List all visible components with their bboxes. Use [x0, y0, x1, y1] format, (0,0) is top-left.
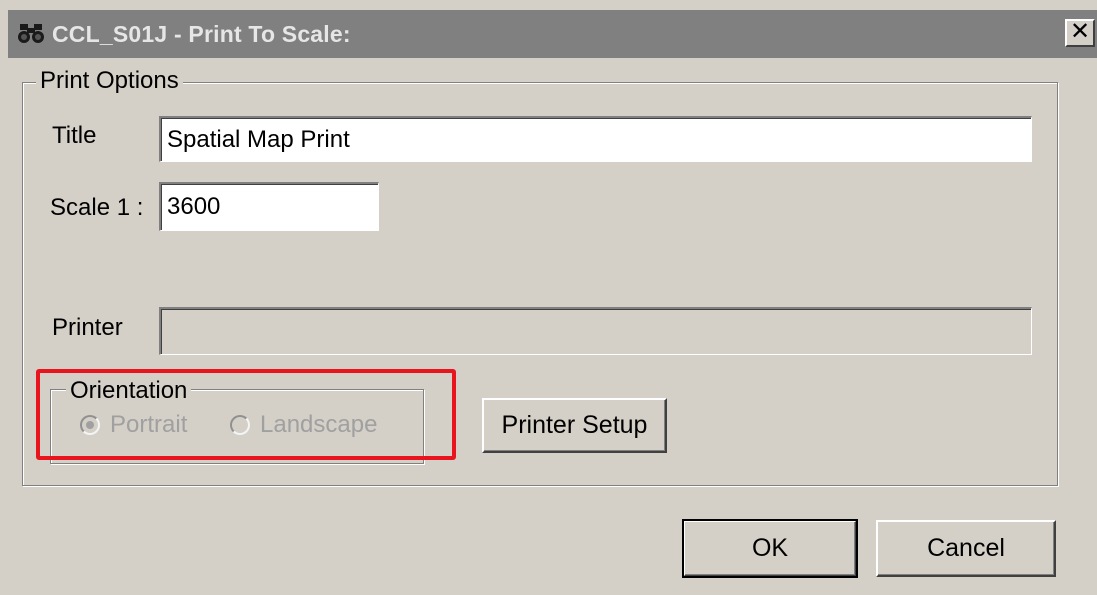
- scale-input[interactable]: [159, 182, 379, 231]
- portrait-radio[interactable]: Portrait: [80, 411, 187, 439]
- title-bar[interactable]: CCL_S01J - Print To Scale: ✕: [8, 10, 1097, 58]
- landscape-label: Landscape: [260, 411, 378, 438]
- printer-label: Printer: [52, 314, 123, 341]
- cancel-button[interactable]: Cancel: [876, 520, 1056, 577]
- title-input[interactable]: [159, 116, 1032, 162]
- orientation-legend: Orientation: [66, 378, 192, 404]
- portrait-label: Portrait: [110, 411, 188, 438]
- radio-unselected-icon: [230, 415, 250, 435]
- printer-field: [159, 307, 1032, 355]
- ok-button[interactable]: OK: [682, 519, 858, 578]
- binoculars-icon: [18, 24, 44, 43]
- print-to-scale-dialog: CCL_S01J - Print To Scale: ✕ Print Optio…: [0, 0, 1097, 595]
- landscape-radio[interactable]: Landscape: [230, 411, 377, 439]
- print-options-legend: Print Options: [36, 68, 183, 94]
- window-title: CCL_S01J - Print To Scale:: [52, 21, 351, 47]
- title-label: Title: [52, 122, 97, 149]
- close-icon: ✕: [1069, 18, 1091, 45]
- radio-selected-icon: [80, 415, 100, 435]
- printer-setup-button[interactable]: Printer Setup: [482, 398, 667, 453]
- close-button[interactable]: ✕: [1065, 19, 1095, 47]
- scale-label: Scale 1 :: [50, 194, 144, 221]
